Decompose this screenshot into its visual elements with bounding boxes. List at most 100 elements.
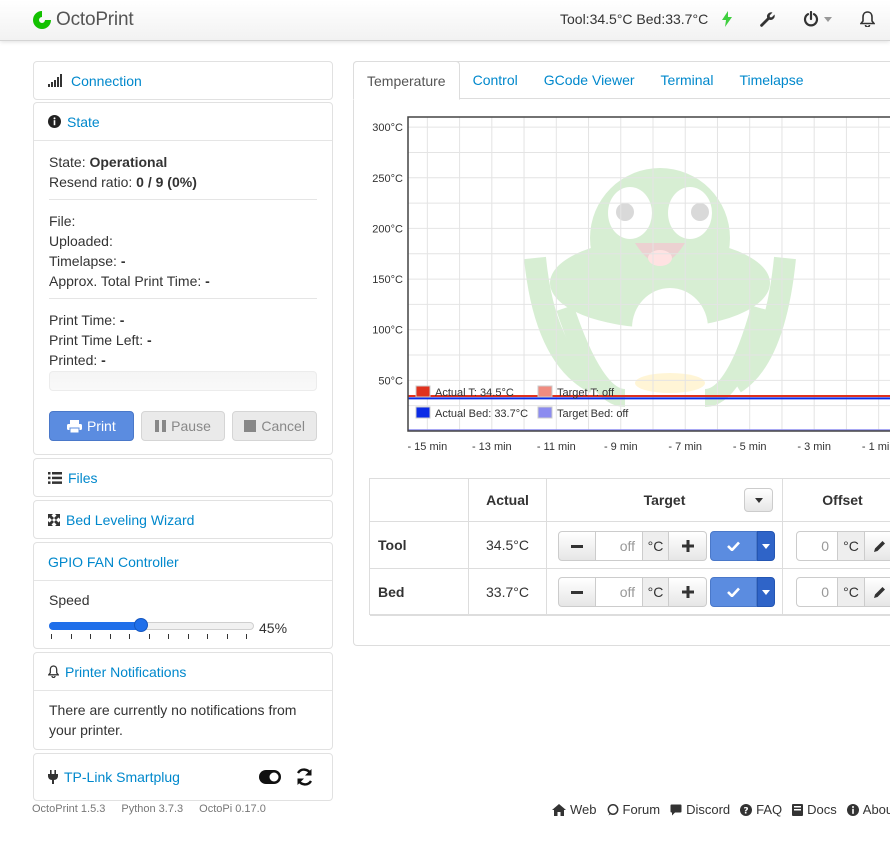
bed-offset-edit-button[interactable] <box>865 577 890 607</box>
print-button[interactable]: Print <box>49 411 134 441</box>
tool-offset-input[interactable]: 0 <box>796 531 838 561</box>
footer-link-forum[interactable]: Forum <box>607 802 660 817</box>
chat-bubble-icon <box>607 803 619 816</box>
toggle-icon[interactable] <box>259 770 281 784</box>
gpio-fan-header[interactable]: GPIO FAN Controller <box>34 543 332 580</box>
refresh-icon[interactable] <box>295 768 314 786</box>
state-value: Operational <box>89 154 168 170</box>
version-octopi: OctoPi 0.17.0 <box>199 803 266 815</box>
x-tick-label: - 11 min <box>537 441 576 453</box>
x-tick-label: - 7 min <box>668 441 702 453</box>
gpio-fan-body: Speed 45% <box>34 580 332 648</box>
footer-link-docs[interactable]: Docs <box>792 802 837 817</box>
state-body: State: Operational Resend ratio: 0 / 9 (… <box>34 140 332 454</box>
footer-link-web[interactable]: Web <box>552 802 597 817</box>
header-offset: Offset <box>783 479 890 522</box>
target-presets-dropdown[interactable] <box>744 488 773 512</box>
legend-swatch <box>537 406 553 419</box>
tool-offset-edit-button[interactable] <box>865 531 890 561</box>
brand-name: OctoPrint <box>56 9 134 30</box>
state-label: State <box>67 113 100 130</box>
approx-time-line: Approx. Total Print Time: - <box>49 273 210 289</box>
files-header[interactable]: Files <box>34 459 332 496</box>
fan-speed-value: 45% <box>259 620 288 636</box>
bed-offset-unit: °C <box>838 577 865 607</box>
y-tick-label: 100°C <box>372 325 403 337</box>
list-icon <box>48 471 62 484</box>
plus-icon <box>681 540 694 552</box>
check-icon <box>727 541 740 551</box>
state-line: State: Operational <box>49 154 168 170</box>
cancel-button[interactable]: Cancel <box>232 411 318 441</box>
tab-timelapse[interactable]: Timelapse <box>726 61 816 99</box>
footer-link-about[interactable]: About <box>846 802 890 817</box>
connection-label: Connection <box>71 72 142 89</box>
notifications-panel: Printer Notifications There are currentl… <box>33 652 333 750</box>
connection-header[interactable]: Connection <box>34 62 332 99</box>
state-panel: State State: Operational Resend ratio: 0… <box>33 102 333 455</box>
tool-set-button[interactable] <box>710 531 757 561</box>
tab-temperature[interactable]: Temperature <box>353 61 460 100</box>
navbar-temperature[interactable]: Tool:34.5°C Bed:33.7°C <box>560 11 708 27</box>
brand[interactable]: OctoPrint <box>32 8 134 32</box>
svg-text:?: ? <box>744 806 749 816</box>
gpio-fan-panel: GPIO FAN Controller Speed 45% <box>33 542 333 649</box>
pause-button[interactable]: Pause <box>140 411 226 441</box>
bed-offset-controls: 0 °C <box>796 577 890 607</box>
tool-offset-unit: °C <box>838 531 865 561</box>
version-python: Python 3.7.3 <box>121 803 184 815</box>
tool-decrement-button[interactable] <box>558 531 596 561</box>
caret-down-icon <box>762 543 770 549</box>
caret-down-icon <box>824 16 832 22</box>
y-tick-label: 50°C <box>378 375 403 387</box>
legend-label: Target Bed: off <box>557 408 629 420</box>
print-progress-bar <box>49 371 317 391</box>
x-tick-label: - 3 min <box>797 441 831 453</box>
x-tick-label: - 9 min <box>604 441 638 453</box>
minus-icon <box>571 544 583 548</box>
legend-label: Target T: off <box>557 387 615 399</box>
tool-target-controls: off °C <box>558 531 775 561</box>
tab-terminal[interactable]: Terminal <box>648 61 727 99</box>
comment-icon <box>670 804 682 816</box>
notifications-body: There are currently no notifications fro… <box>34 690 332 749</box>
bed-offset-input[interactable]: 0 <box>796 577 838 607</box>
lightning-icon <box>722 11 732 30</box>
temperature-table: Actual Target Offset Tool 34.5°C Bed 33.… <box>369 478 890 616</box>
legend-label: Actual T: 34.5°C <box>435 387 514 399</box>
bed-target-input[interactable]: off <box>596 577 642 607</box>
bed-increment-button[interactable] <box>669 577 707 607</box>
header-actual: Actual <box>469 479 547 522</box>
y-tick-label: 300°C <box>372 122 403 134</box>
bell-icon[interactable] <box>859 11 876 30</box>
tool-target-input[interactable]: off <box>596 531 642 561</box>
caret-down-icon <box>754 497 763 503</box>
fan-speed-slider[interactable] <box>49 616 254 640</box>
plus-icon <box>681 586 694 598</box>
state-header[interactable]: State <box>34 103 332 140</box>
bed-set-button[interactable] <box>710 577 757 607</box>
bed-target-unit: °C <box>642 577 669 607</box>
tab-control[interactable]: Control <box>460 61 531 99</box>
tab-gcode-viewer[interactable]: GCode Viewer <box>531 61 648 99</box>
home-icon <box>552 803 566 816</box>
expand-arrows-icon <box>48 513 60 526</box>
speed-label: Speed <box>49 592 90 608</box>
x-tick-label: - 5 min <box>733 441 767 453</box>
wrench-icon[interactable] <box>759 11 776 31</box>
files-panel: Files <box>33 458 333 497</box>
power-menu[interactable] <box>803 11 832 27</box>
smartplug-header[interactable]: TP-Link Smartplug <box>34 754 332 800</box>
pencil-icon <box>873 540 886 552</box>
tool-target-unit: °C <box>642 531 669 561</box>
file-line: File: <box>49 213 76 229</box>
bed-leveling-header[interactable]: Bed Leveling Wizard <box>34 501 332 538</box>
footer-link-discord[interactable]: Discord <box>670 802 730 817</box>
bed-set-dropdown[interactable] <box>757 577 775 607</box>
footer-link-faq[interactable]: ? FAQ <box>740 802 782 817</box>
tool-set-dropdown[interactable] <box>757 531 775 561</box>
bed-decrement-button[interactable] <box>558 577 596 607</box>
info-circle-icon <box>48 115 61 128</box>
notifications-header[interactable]: Printer Notifications <box>34 653 332 690</box>
tool-increment-button[interactable] <box>669 531 707 561</box>
